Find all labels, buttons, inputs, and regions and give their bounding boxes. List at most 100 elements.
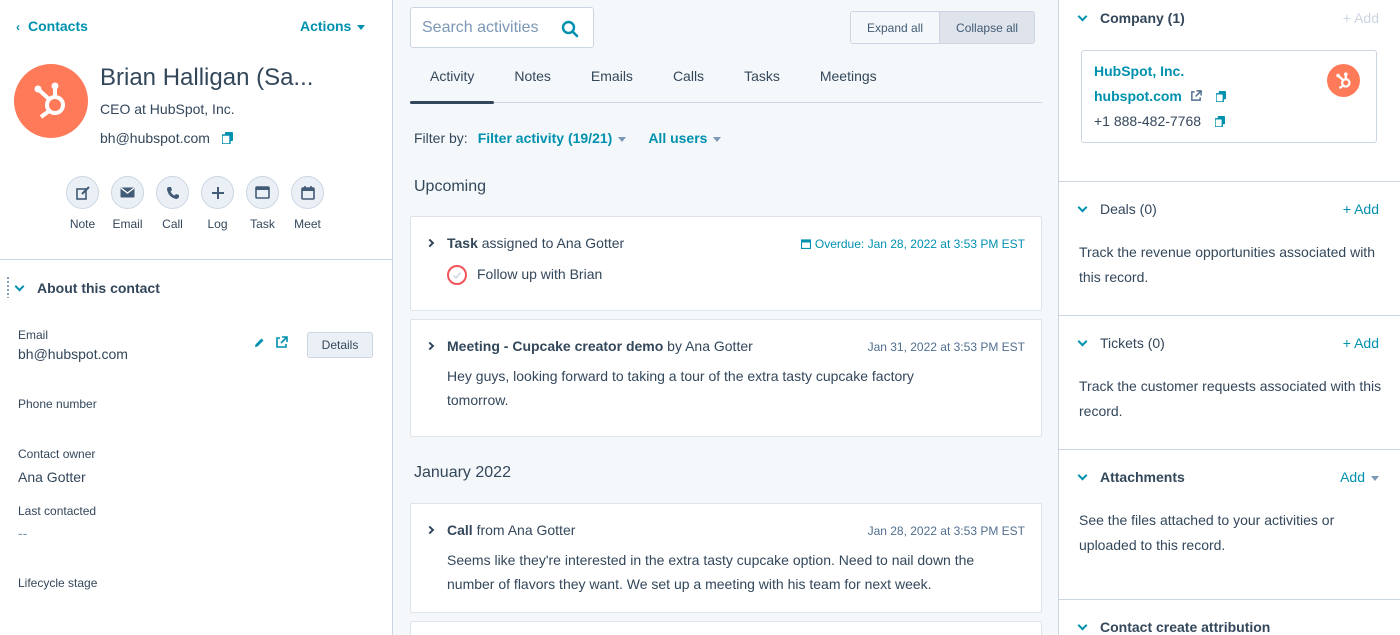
property-value-last-contacted: --: [18, 525, 28, 541]
email-property-actions: [253, 336, 288, 352]
card-header[interactable]: Meeting - Cupcake creator demo by Ana Go…: [425, 338, 753, 354]
actions-dropdown[interactable]: Actions: [300, 18, 366, 34]
divider: [0, 259, 393, 260]
tickets-section-toggle[interactable]: Tickets (0): [1077, 335, 1165, 351]
property-label-owner: Contact owner: [18, 447, 96, 461]
month-heading: January 2022: [414, 464, 511, 481]
activity-card-partial[interactable]: [410, 621, 1042, 635]
search-icon[interactable]: [561, 20, 579, 41]
search-box[interactable]: [410, 7, 594, 48]
activity-card-meeting[interactable]: Meeting - Cupcake creator demo by Ana Go…: [410, 319, 1042, 437]
attribution-section: Contact create attribution: [1059, 600, 1400, 635]
pencil-icon[interactable]: [253, 336, 265, 352]
activity-card-call[interactable]: Call from Ana Gotter Jan 28, 2022 at 3:5…: [410, 503, 1042, 613]
tickets-empty-text: Track the customer requests associated w…: [1079, 378, 1382, 419]
contact-title: CEO at HubSpot, Inc.: [100, 101, 235, 117]
card-suffix: assigned to Ana Gotter: [481, 235, 625, 251]
card-body: Hey guys, looking forward to taking a to…: [447, 368, 914, 408]
contact-sidebar: ‹ Contacts Actions Brian Halligan (Sa... …: [0, 0, 393, 635]
all-users-dropdown[interactable]: All users: [648, 130, 722, 146]
property-label-last-contacted: Last contacted: [18, 504, 97, 518]
contact-email: bh@hubspot.com: [100, 130, 233, 147]
tab-calls[interactable]: Calls: [653, 60, 724, 103]
quick-actions: Note Email Call Log Task Meet: [60, 176, 330, 231]
external-link-icon[interactable]: [1186, 88, 1202, 104]
copy-icon[interactable]: [221, 131, 233, 147]
property-value-owner[interactable]: Ana Gotter: [18, 469, 86, 485]
company-section: Company (1) + Add HubSpot, Inc. hubspot.…: [1059, 0, 1400, 182]
calendar-icon: [800, 237, 815, 251]
task-title[interactable]: Follow up with Brian: [477, 266, 602, 282]
chevron-right-icon[interactable]: [425, 238, 435, 248]
card-date: Jan 28, 2022 at 3:53 PM EST: [867, 524, 1025, 538]
task-row: Follow up with Brian: [447, 262, 1007, 286]
tab-emails[interactable]: Emails: [571, 60, 653, 103]
attachments-section-toggle[interactable]: Attachments: [1077, 469, 1185, 485]
copy-icon[interactable]: [1205, 113, 1225, 129]
collapse-all-button[interactable]: Collapse all: [939, 12, 1035, 43]
task-action[interactable]: Task: [240, 176, 285, 231]
caret-down-icon: [713, 136, 722, 142]
calendar-icon[interactable]: [291, 176, 324, 209]
tab-meetings[interactable]: Meetings: [800, 60, 897, 103]
attachments-empty-text: See the files attached to your activitie…: [1079, 512, 1335, 553]
add-ticket-button[interactable]: + Add: [1343, 335, 1379, 351]
chevron-right-icon[interactable]: [425, 525, 435, 535]
hubspot-logo-icon: [1335, 71, 1351, 89]
company-name-link[interactable]: HubSpot, Inc.: [1094, 63, 1184, 79]
email-action[interactable]: Email: [105, 176, 150, 231]
email-icon[interactable]: [111, 176, 144, 209]
company-domain-link[interactable]: hubspot.com: [1094, 88, 1226, 104]
caret-down-icon: [1371, 475, 1379, 481]
activity-tabs: Activity Notes Emails Calls Tasks Meetin…: [410, 60, 1042, 104]
log-action[interactable]: Log: [195, 176, 240, 231]
activity-timeline: Expand all Collapse all Activity Notes E…: [394, 0, 1058, 635]
phone-icon[interactable]: [156, 176, 189, 209]
caret-down-icon: [618, 136, 627, 142]
card-suffix: from Ana Gotter: [476, 522, 576, 538]
note-icon[interactable]: [66, 176, 99, 209]
tickets-section: Tickets (0) + Add Track the customer req…: [1059, 316, 1400, 450]
tab-notes[interactable]: Notes: [494, 60, 571, 103]
card-type: Task: [447, 235, 478, 251]
property-value-email[interactable]: bh@hubspot.com: [18, 346, 128, 362]
add-attachment-dropdown[interactable]: Add: [1340, 469, 1379, 485]
external-link-icon[interactable]: [275, 336, 288, 352]
filter-activity-dropdown[interactable]: Filter activity (19/21): [478, 130, 627, 146]
task-complete-checkbox[interactable]: [447, 265, 467, 286]
chevron-down-icon: [1077, 202, 1088, 213]
search-input[interactable]: [422, 18, 562, 37]
company-section-toggle[interactable]: Company (1): [1077, 10, 1185, 26]
copy-icon[interactable]: [1206, 88, 1226, 104]
card-header[interactable]: Task assigned to Ana Gotter: [425, 235, 625, 251]
attribution-section-toggle[interactable]: Contact create attribution: [1077, 619, 1270, 635]
property-label-email: Email: [18, 328, 49, 342]
expand-all-button[interactable]: Expand all: [851, 12, 940, 43]
expand-collapse-toggle: Expand all Collapse all: [850, 11, 1036, 44]
note-action[interactable]: Note: [60, 176, 105, 231]
details-button[interactable]: Details: [307, 332, 373, 358]
about-section-toggle[interactable]: About this contact: [14, 280, 160, 296]
upcoming-heading: Upcoming: [414, 178, 487, 195]
back-to-contacts-link[interactable]: ‹ Contacts: [16, 18, 88, 34]
meet-action[interactable]: Meet: [285, 176, 330, 231]
add-deal-button[interactable]: + Add: [1343, 201, 1379, 217]
chevron-right-icon[interactable]: [425, 341, 435, 351]
chevron-left-icon: ‹: [16, 20, 20, 34]
note-action-label: Note: [69, 217, 96, 231]
contact-name[interactable]: Brian Halligan (Sa...: [100, 64, 313, 92]
tab-tasks[interactable]: Tasks: [724, 60, 800, 103]
plus-icon[interactable]: [201, 176, 234, 209]
meet-action-label: Meet: [294, 217, 321, 231]
activity-card-task[interactable]: Task assigned to Ana Gotter Overdue: Jan…: [410, 216, 1042, 311]
drag-handle-icon[interactable]: [6, 276, 10, 298]
task-icon[interactable]: [246, 176, 279, 209]
tab-activity[interactable]: Activity: [410, 60, 495, 104]
attachments-section: Attachments Add See the files attached t…: [1059, 450, 1400, 600]
card-header[interactable]: Call from Ana Gotter: [425, 522, 576, 538]
add-company-button[interactable]: + Add: [1343, 10, 1379, 26]
call-action[interactable]: Call: [150, 176, 195, 231]
property-label-lifecycle: Lifecycle stage: [18, 576, 98, 590]
deals-section-toggle[interactable]: Deals (0): [1077, 201, 1157, 217]
contact-email-text: bh@hubspot.com: [100, 130, 210, 146]
